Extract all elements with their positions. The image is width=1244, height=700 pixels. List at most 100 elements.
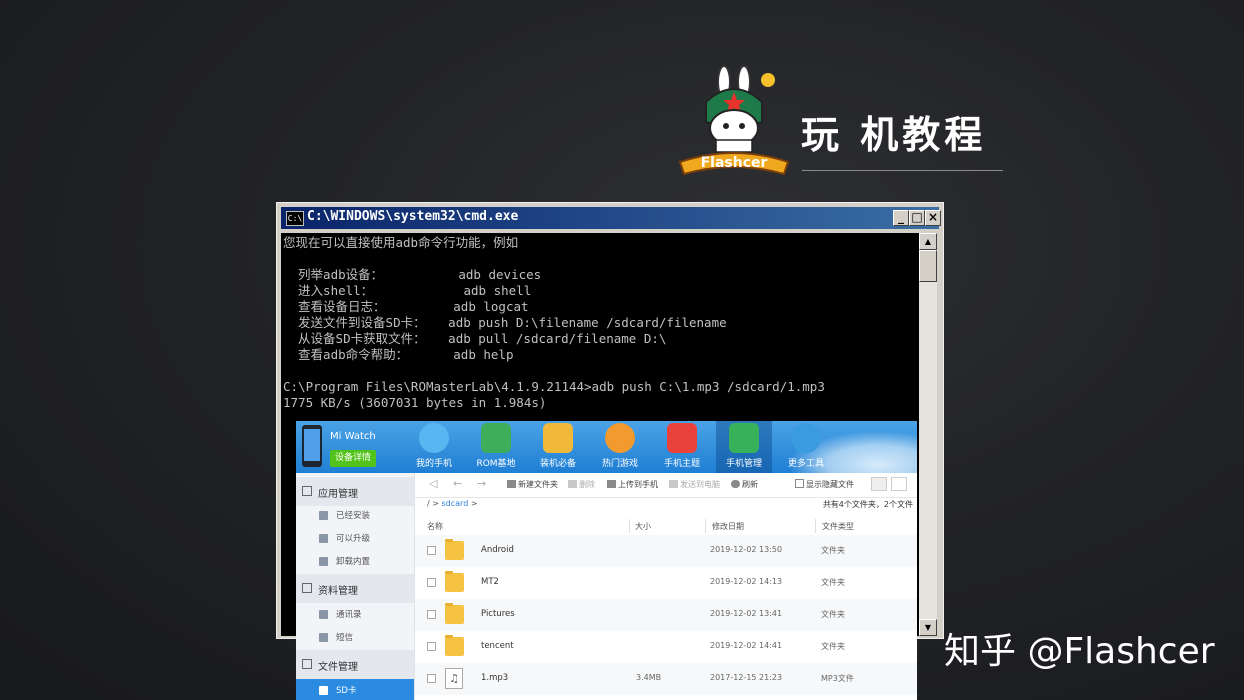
sidebar-item-sms[interactable]: 短信 bbox=[296, 626, 414, 649]
file-name: MT2 bbox=[481, 577, 499, 587]
table-row[interactable]: tencent 2019-12-02 14:41 文件夹 bbox=[415, 631, 917, 663]
column-name[interactable]: 名称 bbox=[427, 521, 443, 532]
upgrade-icon bbox=[319, 534, 328, 543]
shield-phone-icon bbox=[729, 423, 759, 453]
shirt-gear-icon bbox=[481, 423, 511, 453]
table-header: 名称 大小 修改日期 文件类型 bbox=[415, 517, 917, 535]
section-label: 资料管理 bbox=[318, 586, 358, 597]
tab-my-phone[interactable]: 我的手机 bbox=[406, 421, 462, 473]
flashcer-logo: Flashcer bbox=[678, 65, 790, 176]
file-type: 文件夹 bbox=[821, 578, 845, 587]
column-type[interactable]: 文件类型 bbox=[822, 521, 854, 532]
cmd-title: C:\WINDOWS\system32\cmd.exe bbox=[307, 209, 519, 224]
refresh-button[interactable]: 刷新 bbox=[731, 479, 758, 490]
row-checkbox[interactable] bbox=[427, 546, 436, 555]
console-line: 您现在可以直接使用adb命令行功能，例如 bbox=[283, 235, 519, 250]
row-checkbox[interactable] bbox=[427, 610, 436, 619]
cmd-titlebar[interactable]: C:\ C:\WINDOWS\system32\cmd.exe _ □ × bbox=[281, 207, 941, 229]
table-row[interactable]: ♫ 1.mp3 3.4MB 2017-12-15 21:23 MP3文件 bbox=[415, 663, 917, 695]
new-folder-label: 新建文件夹 bbox=[518, 480, 558, 489]
send-icon bbox=[669, 480, 678, 488]
sidebar-item-installed[interactable]: 已经安装 bbox=[296, 504, 414, 527]
column-date[interactable]: 修改日期 bbox=[712, 521, 744, 532]
upload-to-phone-button[interactable]: 上传到手机 bbox=[607, 479, 658, 490]
file-date: 2019-12-02 14:13 bbox=[710, 577, 783, 586]
folder-icon bbox=[445, 603, 464, 624]
table-row[interactable]: Pictures 2019-12-02 13:41 文件夹 bbox=[415, 599, 917, 631]
delete-label: 删除 bbox=[579, 480, 595, 489]
logo-text: Flashcer bbox=[701, 155, 768, 171]
folder-icon bbox=[445, 539, 464, 560]
gamepad-icon bbox=[605, 423, 635, 453]
console-line: 从设备SD卡获取文件： adb pull /sdcard/filename D:… bbox=[283, 331, 667, 346]
sidebar-item-label: 通讯录 bbox=[336, 610, 362, 620]
file-type: 文件夹 bbox=[821, 642, 845, 651]
scroll-up-arrow-icon[interactable]: ▲ bbox=[919, 233, 937, 250]
cmd-app-icon[interactable]: C:\ bbox=[286, 211, 304, 226]
scroll-down-arrow-icon[interactable]: ▼ bbox=[919, 619, 937, 636]
left-arrow-icon[interactable]: ← bbox=[453, 477, 462, 490]
new-folder-button[interactable]: 新建文件夹 bbox=[507, 479, 558, 490]
row-checkbox[interactable] bbox=[427, 578, 436, 587]
sidebar-item-label: 可以升级 bbox=[336, 534, 371, 544]
send-to-pc-button[interactable]: 发送到电脑 bbox=[669, 479, 720, 490]
file-type: 文件夹 bbox=[821, 546, 845, 555]
zhihu-watermark: 知乎 @Flashcer bbox=[944, 631, 1215, 672]
row-checkbox[interactable] bbox=[427, 674, 436, 683]
check-box-icon bbox=[319, 511, 328, 520]
close-button[interactable]: × bbox=[925, 210, 941, 226]
tab-more-tools[interactable]: 更多工具 bbox=[778, 421, 834, 473]
table-row[interactable]: MT2 2019-12-02 14:13 文件夹 bbox=[415, 567, 917, 599]
sidebar-section-apps[interactable]: 应用管理 bbox=[296, 477, 414, 506]
file-size: 3.4MB bbox=[636, 673, 662, 682]
column-size[interactable]: 大小 bbox=[635, 521, 651, 532]
console-scrollbar[interactable]: ▲ ▼ bbox=[919, 233, 937, 636]
device-name: Mi Watch bbox=[330, 431, 376, 442]
grid-icon bbox=[302, 486, 312, 496]
sidebar-section-data[interactable]: 资料管理 bbox=[296, 574, 414, 603]
list-view-icon[interactable] bbox=[871, 477, 887, 491]
column-divider bbox=[705, 519, 706, 533]
file-browser: ◁ ← → 新建文件夹 删除 上传到手机 发送到电脑 刷新 显示隐藏文件 / >… bbox=[415, 473, 917, 700]
console-line: 查看设备日志： adb logcat bbox=[283, 299, 529, 314]
minimize-button[interactable]: _ bbox=[893, 210, 909, 226]
sidebar-section-files[interactable]: 文件管理 bbox=[296, 650, 414, 679]
console-line: 进入shell： adb shell bbox=[283, 283, 532, 298]
tshirt-icon bbox=[667, 423, 697, 453]
sidebar-item-upgradable[interactable]: 可以升级 bbox=[296, 527, 414, 550]
trash-icon bbox=[319, 557, 328, 566]
maximize-button[interactable]: □ bbox=[909, 210, 925, 226]
show-hidden-label: 显示隐藏文件 bbox=[806, 480, 854, 489]
send-label: 发送到电脑 bbox=[680, 480, 720, 489]
breadcrumb-root[interactable]: / bbox=[427, 499, 430, 508]
device-detail-button[interactable]: 设备详情 bbox=[330, 450, 376, 467]
tab-phone-manage[interactable]: 手机管理 bbox=[716, 421, 772, 473]
checkbox-icon bbox=[795, 479, 804, 488]
back-arrow-icon[interactable]: ◁ bbox=[429, 477, 437, 490]
row-checkbox[interactable] bbox=[427, 642, 436, 651]
file-icon bbox=[302, 659, 312, 669]
breadcrumb: / > sdcard > bbox=[427, 499, 478, 508]
file-name: Pictures bbox=[481, 609, 515, 619]
upload-label: 上传到手机 bbox=[618, 480, 658, 489]
tab-themes[interactable]: 手机主题 bbox=[654, 421, 710, 473]
sidebar-item-contacts[interactable]: 通讯录 bbox=[296, 603, 414, 626]
delete-button[interactable]: 删除 bbox=[568, 479, 595, 490]
tab-essentials[interactable]: 装机必备 bbox=[530, 421, 586, 473]
right-arrow-icon[interactable]: → bbox=[477, 477, 486, 490]
sidebar-item-label: SD卡 bbox=[336, 686, 357, 696]
grid-view-icon[interactable] bbox=[891, 477, 907, 491]
music-file-icon: ♫ bbox=[445, 668, 463, 689]
show-hidden-toggle[interactable]: 显示隐藏文件 bbox=[795, 479, 854, 490]
tab-hot-games[interactable]: 热门游戏 bbox=[592, 421, 648, 473]
sidebar-item-uninstall-builtin[interactable]: 卸载内置 bbox=[296, 550, 414, 573]
table-row[interactable]: Android 2019-12-02 13:50 文件夹 bbox=[415, 535, 917, 567]
folder-icon bbox=[302, 583, 312, 593]
tab-rom-base[interactable]: ROM基地 bbox=[468, 421, 524, 473]
contacts-icon bbox=[319, 610, 328, 619]
scroll-thumb[interactable] bbox=[919, 250, 937, 282]
file-date: 2017-12-15 21:23 bbox=[710, 673, 783, 682]
breadcrumb-sdcard[interactable]: sdcard bbox=[442, 499, 469, 508]
section-label: 文件管理 bbox=[318, 662, 358, 673]
sidebar-item-sdcard[interactable]: SD卡 bbox=[296, 679, 414, 700]
